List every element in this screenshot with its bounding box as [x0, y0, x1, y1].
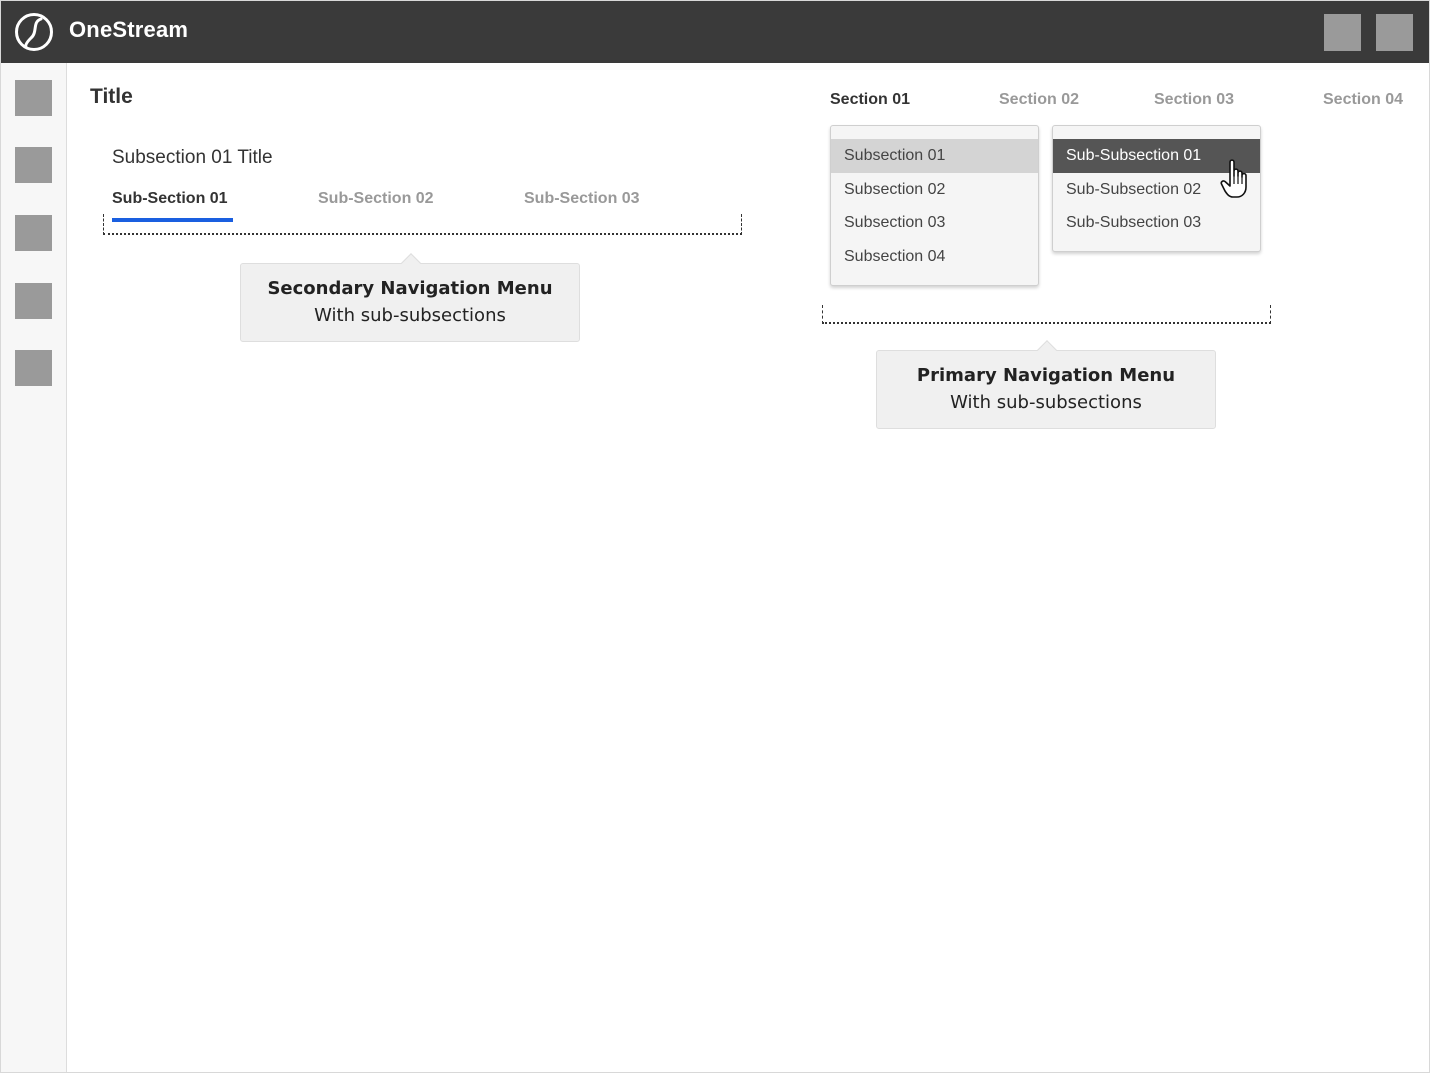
- callout-title: Secondary Navigation Menu: [267, 278, 553, 299]
- menu-item-subsection-02[interactable]: Subsection 02: [831, 173, 1038, 207]
- primary-tab-section-01[interactable]: Section 01: [830, 91, 910, 109]
- primary-nav-bracket: [822, 305, 1271, 324]
- menu-item-sub-subsection-03[interactable]: Sub-Subsection 03: [1053, 206, 1260, 240]
- app-title: OneStream: [69, 17, 189, 42]
- menu-item-subsection-04[interactable]: Subsection 04: [831, 240, 1038, 274]
- secondary-tab-sub-section-01[interactable]: Sub-Section 01: [112, 190, 228, 208]
- primary-tab-section-02[interactable]: Section 02: [999, 91, 1079, 109]
- menu-item-subsection-03[interactable]: Subsection 03: [831, 206, 1038, 240]
- subsection-dropdown-menu: Subsection 01 Subsection 02 Subsection 0…: [830, 125, 1039, 286]
- primary-tab-section-03[interactable]: Section 03: [1154, 91, 1234, 109]
- hand-pointer-cursor-icon: [1220, 159, 1247, 198]
- primary-nav-callout: Primary Navigation Menu With sub-subsect…: [876, 340, 1216, 429]
- sidebar-button-3[interactable]: [15, 215, 52, 251]
- menu-item-subsection-01[interactable]: Subsection 01: [831, 139, 1038, 173]
- callout-subtitle: With sub-subsections: [314, 305, 506, 326]
- sidebar-button-5[interactable]: [15, 350, 52, 386]
- callout-subtitle: With sub-subsections: [950, 392, 1142, 413]
- sidebar-button-1[interactable]: [15, 80, 52, 116]
- page-title: Title: [90, 85, 133, 108]
- top-action-button-2[interactable]: [1376, 14, 1413, 51]
- left-sidebar: [1, 63, 67, 1072]
- callout-title: Primary Navigation Menu: [916, 365, 1176, 386]
- top-action-button-1[interactable]: [1324, 14, 1361, 51]
- secondary-nav-bracket: [103, 214, 742, 235]
- subsection-title: Subsection 01 Title: [112, 147, 273, 168]
- sidebar-button-4[interactable]: [15, 283, 52, 319]
- secondary-tab-sub-section-02[interactable]: Sub-Section 02: [318, 190, 434, 208]
- primary-tab-section-04[interactable]: Section 04: [1323, 91, 1403, 109]
- secondary-nav-callout: Secondary Navigation Menu With sub-subse…: [240, 253, 580, 342]
- top-bar: OneStream: [1, 1, 1429, 63]
- onestream-logo-icon[interactable]: [14, 12, 54, 52]
- sidebar-button-2[interactable]: [15, 147, 52, 183]
- secondary-tab-sub-section-03[interactable]: Sub-Section 03: [524, 190, 640, 208]
